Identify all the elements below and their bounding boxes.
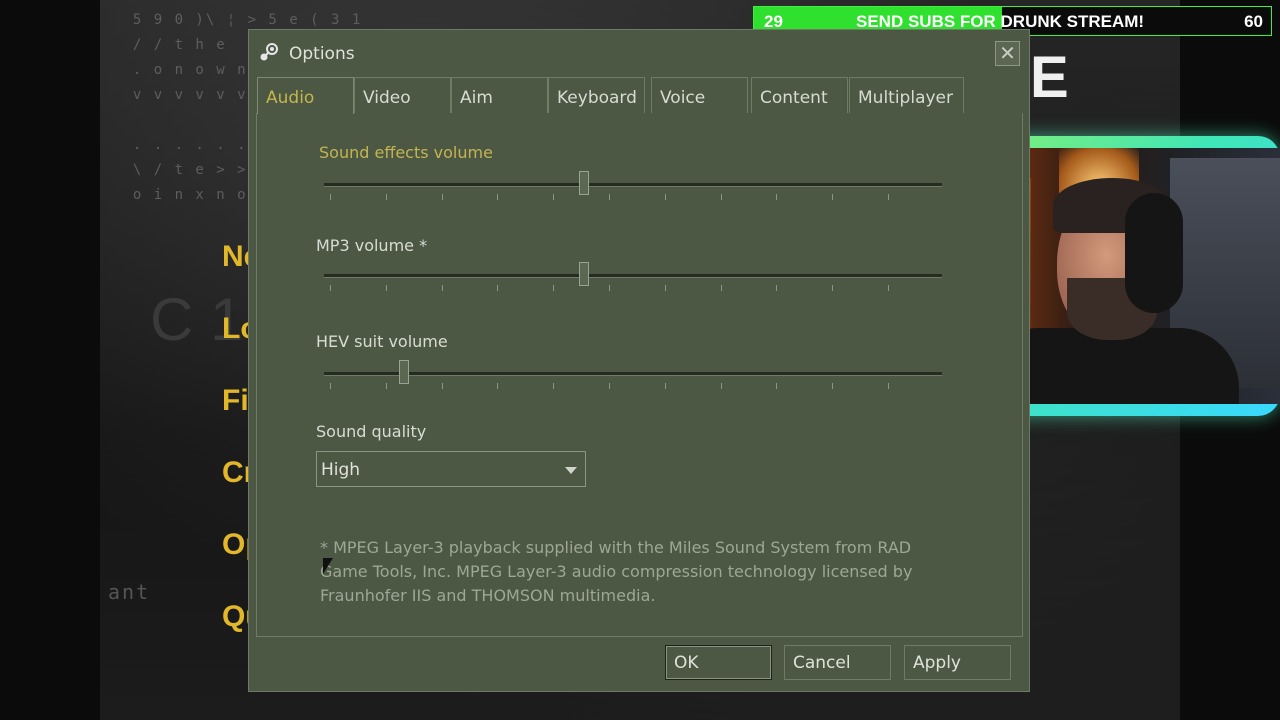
slider-tick	[553, 285, 555, 291]
slider-tick	[888, 285, 889, 291]
hev-suit-volume-label: HEV suit volume	[316, 332, 448, 351]
mp3-volume-slider[interactable]	[324, 260, 942, 291]
audio-panel: Sound effects volume MP3 volume * HEV su…	[256, 113, 1023, 637]
dialog-title: Options	[289, 44, 355, 64]
background-side-text: ant	[108, 580, 151, 604]
slider-thumb[interactable]	[578, 171, 589, 195]
slider-tick	[720, 383, 722, 389]
slider-tick	[385, 383, 387, 389]
tab-voice[interactable]: Voice	[651, 77, 748, 113]
chevron-down-icon	[565, 467, 577, 474]
slider-tick	[776, 194, 778, 200]
ok-button[interactable]: OK	[665, 645, 772, 680]
slider-tick	[441, 383, 443, 389]
sound-effects-volume-slider[interactable]	[324, 169, 942, 200]
slider-tick	[553, 194, 555, 200]
slider-tick	[832, 194, 834, 200]
apply-button[interactable]: Apply	[904, 645, 1011, 680]
slider-tick	[664, 194, 666, 200]
hev-suit-volume-slider[interactable]	[324, 358, 942, 389]
slider-tick	[497, 383, 499, 389]
slider-tick	[609, 194, 610, 200]
slider-tick	[720, 194, 722, 200]
slider-tick	[553, 383, 555, 389]
slider-tick	[776, 383, 778, 389]
sound-quality-label: Sound quality	[316, 422, 427, 441]
game-logo-letter: E	[1030, 45, 1069, 110]
options-dialog: Options ✕ Audio Video Aim Keyboard Voice…	[248, 29, 1030, 692]
slider-tick	[832, 285, 834, 291]
slider-tick	[385, 285, 387, 291]
slider-tick	[609, 383, 610, 389]
tab-audio[interactable]: Audio	[257, 77, 354, 114]
slider-thumb[interactable]	[399, 360, 410, 384]
tab-multiplayer[interactable]: Multiplayer	[849, 77, 964, 113]
slider-tick	[720, 285, 722, 291]
mouse-cursor-icon	[323, 558, 333, 574]
slider-thumb[interactable]	[578, 262, 589, 286]
mp3-volume-label: MP3 volume *	[316, 236, 428, 255]
steam-icon	[260, 43, 278, 61]
slider-tick	[441, 285, 443, 291]
dialog-title-bar[interactable]: Options ✕	[249, 30, 1029, 76]
slider-track	[324, 274, 942, 278]
slider-tick	[609, 285, 610, 291]
slider-tick	[330, 285, 331, 291]
slider-tick	[330, 194, 331, 200]
tab-aim[interactable]: Aim	[451, 77, 548, 113]
slider-tick	[776, 285, 778, 291]
slider-tick	[888, 383, 889, 389]
slider-tick	[664, 383, 666, 389]
tab-keyboard[interactable]: Keyboard	[548, 77, 645, 113]
slider-tick	[497, 285, 499, 291]
sound-effects-volume-label: Sound effects volume	[319, 143, 493, 162]
sound-quality-value: High	[321, 460, 361, 480]
slider-track	[324, 372, 942, 376]
cancel-button[interactable]: Cancel	[784, 645, 891, 680]
mp3-license-note: * MPEG Layer-3 playback supplied with th…	[320, 538, 913, 605]
slider-tick	[385, 194, 387, 200]
slider-track	[324, 183, 942, 187]
close-button[interactable]: ✕	[995, 41, 1020, 66]
slider-tick	[441, 194, 443, 200]
slider-tick	[832, 383, 834, 389]
slider-tick	[497, 194, 499, 200]
tab-video[interactable]: Video	[354, 77, 451, 113]
close-icon: ✕	[999, 41, 1016, 65]
sub-goal-target: 60	[1244, 12, 1263, 31]
slider-tick	[664, 285, 666, 291]
slider-tick	[888, 194, 889, 200]
slider-tick	[330, 383, 331, 389]
tab-content[interactable]: Content	[751, 77, 848, 113]
sound-quality-dropdown[interactable]: High	[316, 451, 586, 487]
